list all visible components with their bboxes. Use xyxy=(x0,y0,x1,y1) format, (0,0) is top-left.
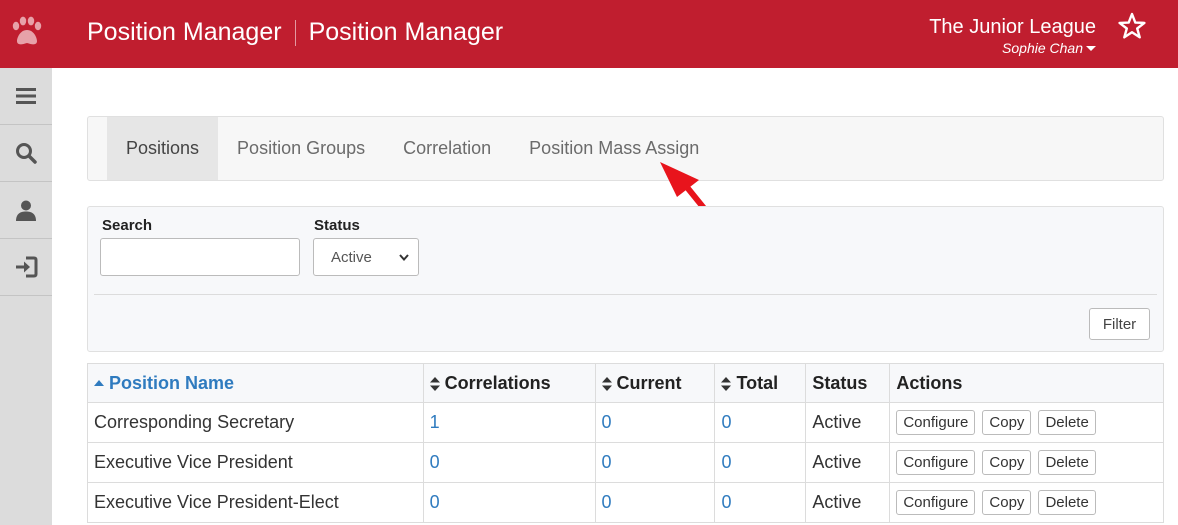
delete-button[interactable]: Delete xyxy=(1038,450,1096,475)
search-input[interactable] xyxy=(100,238,300,276)
status-cell: Active xyxy=(805,482,891,523)
copy-button[interactable]: Copy xyxy=(982,450,1032,475)
sidebar-menu-button[interactable] xyxy=(0,68,52,125)
status-cell: Active xyxy=(805,402,891,443)
configure-button[interactable]: Configure xyxy=(896,410,976,435)
status-cell: Active xyxy=(805,442,891,483)
configure-button[interactable]: Configure xyxy=(896,490,976,515)
position-name-cell: Executive Vice President-Elect xyxy=(87,482,424,523)
filter-divider xyxy=(94,294,1157,295)
column-header-label: Current xyxy=(616,372,682,393)
column-header-label: Total xyxy=(736,372,779,393)
sort-icon xyxy=(721,376,732,391)
copy-button[interactable]: Copy xyxy=(982,410,1032,435)
search-label: Search xyxy=(102,217,153,234)
table-row: Executive Vice President-Elect 0 0 0 Act… xyxy=(87,482,1164,523)
column-header-current[interactable]: Current xyxy=(594,363,716,403)
status-select-value: Active xyxy=(331,248,372,266)
tab-correlation[interactable]: Correlation xyxy=(384,117,510,180)
tabs-panel: Positions Position Groups Correlation Po… xyxy=(87,116,1164,181)
caret-down-icon xyxy=(1086,45,1096,51)
positions-table: Position Name Correlations Current Total… xyxy=(87,363,1164,523)
column-header-label: Correlations xyxy=(444,372,551,393)
sort-asc-icon xyxy=(94,379,104,386)
sidebar-user-button[interactable] xyxy=(0,182,52,239)
column-header-status: Status xyxy=(805,363,891,403)
tab-position-groups[interactable]: Position Groups xyxy=(218,117,384,180)
sidebar-login-button[interactable] xyxy=(0,239,52,296)
status-select[interactable]: Active xyxy=(313,238,419,276)
org-name: The Junior League xyxy=(929,16,1096,38)
column-header-label: Position Name xyxy=(109,372,235,393)
sidebar-search-button[interactable] xyxy=(0,125,52,182)
filter-panel: Search Status Active Filter xyxy=(87,206,1164,352)
page-title: Position Manager xyxy=(308,18,504,46)
title-separator xyxy=(294,19,296,46)
chevron-down-icon xyxy=(399,254,409,262)
actions-cell: Configure Copy Delete xyxy=(889,402,1164,443)
correlations-link[interactable]: 0 xyxy=(430,492,440,512)
column-header-actions: Actions xyxy=(889,363,1164,403)
status-label: Status xyxy=(314,217,360,234)
total-link[interactable]: 0 xyxy=(721,452,731,472)
total-link[interactable]: 0 xyxy=(721,412,731,432)
tab-bar: Positions Position Groups Correlation Po… xyxy=(107,117,718,180)
app-title[interactable]: Position Manager xyxy=(87,18,282,47)
actions-cell: Configure Copy Delete xyxy=(889,442,1164,483)
user-icon xyxy=(16,200,36,221)
sort-icon xyxy=(601,376,612,391)
actions-cell: Configure Copy Delete xyxy=(889,482,1164,523)
correlations-link[interactable]: 1 xyxy=(430,412,440,432)
paw-logo-icon[interactable] xyxy=(8,12,44,54)
table-header-row: Position Name Correlations Current Total… xyxy=(87,363,1164,403)
app-header: Position Manager Position Manager The Ju… xyxy=(0,0,1178,68)
current-link[interactable]: 0 xyxy=(602,452,612,472)
position-name-cell: Corresponding Secretary xyxy=(87,402,424,443)
user-menu[interactable]: Sophie Chan xyxy=(1002,39,1096,57)
menu-icon xyxy=(16,88,36,104)
search-icon xyxy=(16,143,37,164)
org-user-block: The Junior League Sophie Chan xyxy=(929,15,1096,58)
column-header-total[interactable]: Total xyxy=(714,363,807,403)
position-name-cell: Executive Vice President xyxy=(87,442,424,483)
delete-button[interactable]: Delete xyxy=(1038,490,1096,515)
table-row: Executive Vice President 0 0 0 Active Co… xyxy=(87,442,1164,483)
configure-button[interactable]: Configure xyxy=(896,450,976,475)
sidebar xyxy=(0,68,52,525)
column-header-correlations[interactable]: Correlations xyxy=(422,363,596,403)
login-icon xyxy=(16,256,38,278)
user-name: Sophie Chan xyxy=(1002,40,1083,56)
copy-button[interactable]: Copy xyxy=(982,490,1032,515)
table-row: Corresponding Secretary 1 0 0 Active Con… xyxy=(87,402,1164,443)
filter-button[interactable]: Filter xyxy=(1089,308,1150,340)
sort-icon xyxy=(429,376,440,391)
star-icon[interactable] xyxy=(1118,12,1146,40)
column-header-position-name[interactable]: Position Name xyxy=(87,363,424,403)
correlations-link[interactable]: 0 xyxy=(430,452,440,472)
delete-button[interactable]: Delete xyxy=(1038,410,1096,435)
current-link[interactable]: 0 xyxy=(602,492,612,512)
current-link[interactable]: 0 xyxy=(602,412,612,432)
total-link[interactable]: 0 xyxy=(721,492,731,512)
tab-positions[interactable]: Positions xyxy=(107,117,219,180)
